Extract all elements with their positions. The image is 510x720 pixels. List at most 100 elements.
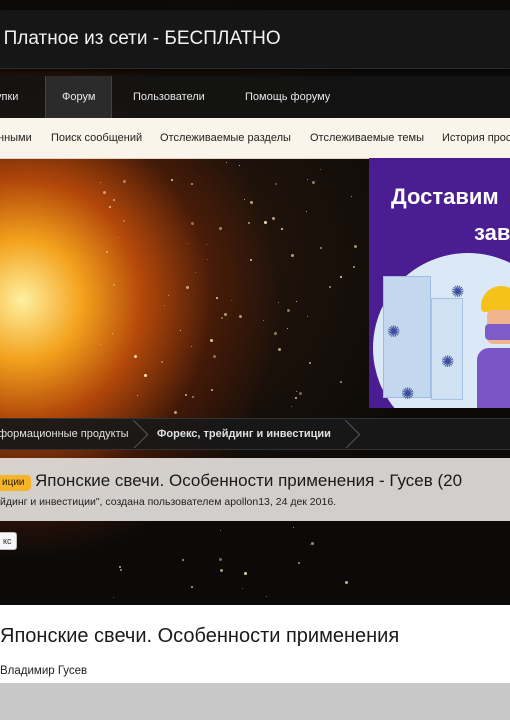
star <box>144 374 147 377</box>
main-navigation: упки Форум Пользователи Помощь форуму <box>0 76 510 118</box>
star <box>191 586 193 588</box>
star <box>100 344 101 345</box>
star <box>195 272 196 273</box>
breadcrumb: формационные продукты Форекс, трейдинг и… <box>0 418 510 450</box>
star <box>287 328 288 329</box>
star <box>263 320 264 321</box>
thread-title: Японские свечи. Особенности применения -… <box>35 471 463 490</box>
star <box>120 569 122 571</box>
thread-meta: йдинг и инвестиции", создана пользовател… <box>0 496 337 508</box>
star <box>295 397 297 399</box>
star <box>192 396 194 398</box>
star <box>191 222 194 225</box>
subnav-item-history[interactable]: История просм <box>442 118 510 158</box>
star <box>182 559 184 561</box>
nav-item-purchases[interactable]: упки <box>0 76 18 118</box>
star <box>207 259 208 260</box>
star <box>250 201 253 204</box>
thread-title-bar: иции Японские свечи. Особенности примене… <box>0 458 510 521</box>
subnav-item-search-messages[interactable]: Поиск сообщений <box>51 118 142 158</box>
star <box>307 316 308 317</box>
star <box>161 361 163 363</box>
star <box>329 286 331 288</box>
star <box>210 339 213 342</box>
star <box>113 597 114 598</box>
star <box>244 199 245 200</box>
star <box>281 228 283 230</box>
star <box>123 220 125 222</box>
star <box>213 355 216 358</box>
thread-prefix-badge[interactable]: иции <box>0 475 31 491</box>
star <box>248 222 250 224</box>
star <box>174 411 177 414</box>
star <box>103 191 106 194</box>
star <box>219 558 222 561</box>
star <box>164 305 165 306</box>
virus-icon: ✺ <box>387 324 401 341</box>
star <box>296 301 297 302</box>
star <box>291 406 292 407</box>
thread-tag[interactable]: кс <box>0 532 17 550</box>
star <box>186 286 189 289</box>
post-title: Японские свечи. Особенности применения <box>0 625 400 647</box>
ad-banner[interactable]: Доставим зав ✺ ✺ ✺ ✺ <box>369 158 510 408</box>
star <box>275 183 277 185</box>
star <box>340 381 342 383</box>
site-title[interactable]: - Платное из сети - БЕСПЛАТНО <box>0 28 281 50</box>
star <box>264 221 267 224</box>
star <box>353 266 355 268</box>
star <box>311 542 314 545</box>
star <box>278 302 279 303</box>
star <box>187 243 188 244</box>
star <box>224 313 227 316</box>
subnav-item-watched-forums[interactable]: Отслеживаемые разделы <box>160 118 291 158</box>
star <box>206 244 207 245</box>
post-author: Владимир Гусев <box>0 665 88 677</box>
star <box>287 309 290 312</box>
star <box>320 247 322 249</box>
star <box>118 237 119 238</box>
star <box>306 211 307 212</box>
star <box>340 276 342 278</box>
star <box>266 596 267 597</box>
nav-item-users[interactable]: Пользователи <box>133 76 205 118</box>
breadcrumb-item-info-products[interactable]: формационные продукты <box>0 419 129 449</box>
star <box>113 284 115 286</box>
ad-headline-line1: Доставим <box>391 184 499 209</box>
star <box>112 333 113 334</box>
star <box>354 245 357 248</box>
star <box>239 315 242 318</box>
star <box>309 362 311 364</box>
star <box>106 251 108 253</box>
star <box>231 300 232 301</box>
star <box>221 317 223 319</box>
site-header: - Платное из сети - БЕСПЛАТНО <box>0 10 510 69</box>
building-icon-small <box>431 298 463 400</box>
star <box>168 295 169 296</box>
star <box>123 180 126 183</box>
star <box>216 297 218 299</box>
star <box>351 196 352 197</box>
virus-icon: ✺ <box>441 354 455 371</box>
star <box>191 183 193 185</box>
nav-item-forum[interactable]: Форум <box>45 76 113 118</box>
star <box>278 348 281 351</box>
subnav-item-new[interactable]: нными <box>0 118 32 158</box>
star <box>134 355 137 358</box>
star <box>220 569 223 572</box>
star <box>191 346 192 347</box>
breadcrumb-item-forex[interactable]: Форекс, трейдинг и инвестиции <box>157 419 331 449</box>
star <box>291 254 294 257</box>
face-mask-icon <box>485 324 510 340</box>
star <box>299 392 302 395</box>
nav-item-forum-help[interactable]: Помощь форуму <box>245 76 330 118</box>
star <box>180 330 181 331</box>
star <box>244 572 247 575</box>
star <box>293 527 294 528</box>
star <box>345 581 348 584</box>
subnav-item-watched-threads[interactable]: Отслеживаемые темы <box>310 118 424 158</box>
post-content: Японские свечи. Особенности применения В… <box>0 605 510 683</box>
page-footer-area <box>0 683 510 720</box>
star <box>219 227 222 230</box>
star <box>171 179 173 181</box>
